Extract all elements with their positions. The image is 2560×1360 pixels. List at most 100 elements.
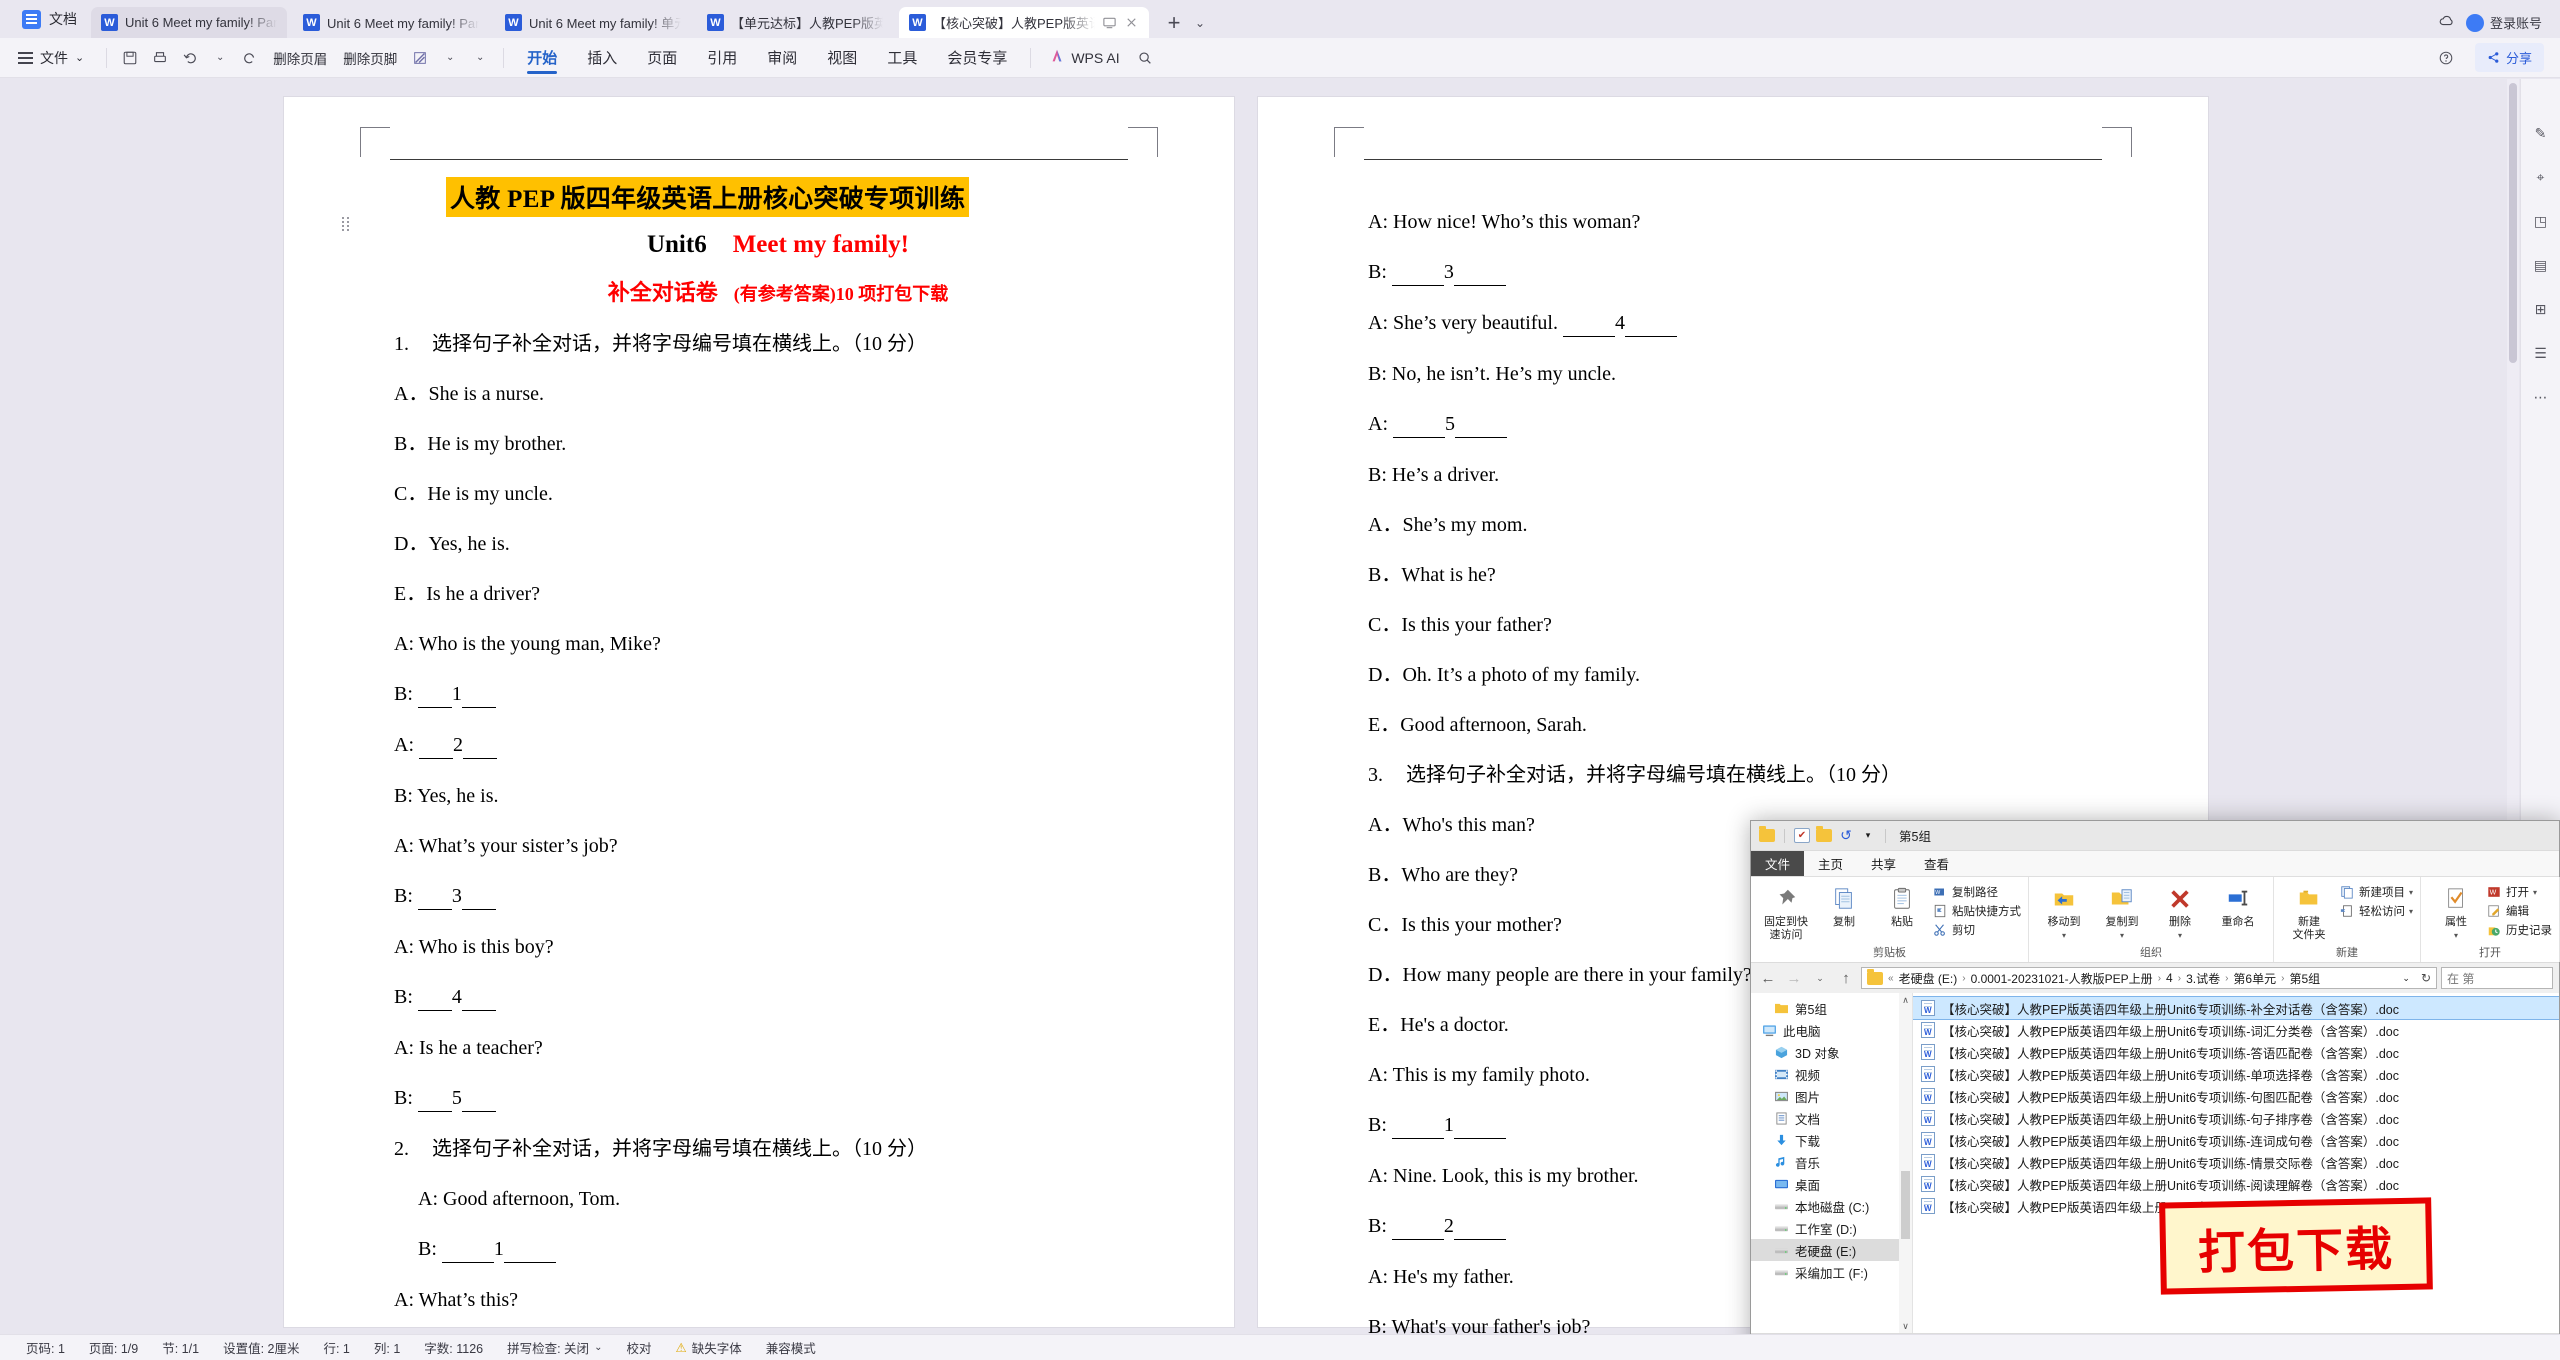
shapes-icon[interactable]: ◳ (2529, 209, 2553, 233)
answer-blank[interactable] (503, 1237, 556, 1263)
status-page-number[interactable]: 页码: 1 (14, 1338, 77, 1357)
chevron-down-icon[interactable]: ▾ (2120, 931, 2124, 940)
answer-blank[interactable] (461, 1086, 496, 1112)
undo-caret-icon[interactable]: ⌄ (205, 43, 235, 73)
document-page-1[interactable]: 人教 PEP 版四年级英语上册核心突破专项训练 Unit6 Meet my fam… (284, 97, 1234, 1327)
paste-button[interactable]: 粘贴 (1874, 881, 1930, 929)
copy-button[interactable]: 复制 (1816, 881, 1872, 929)
properties-check-icon[interactable]: ✔ (1794, 828, 1810, 843)
customize-caret-icon[interactable]: ▾ (1860, 828, 1876, 843)
status-column[interactable]: 列: 1 (362, 1338, 412, 1357)
paragraph-drag-handle[interactable] (342, 215, 352, 231)
answer-blank[interactable] (463, 733, 497, 759)
tab-reference[interactable]: 引用 (692, 38, 752, 78)
answer-blank[interactable] (1393, 412, 1445, 438)
address-input[interactable]: « 老硬盘 (E:) › 0.0001-20231021-人教版PEP上册 › … (1861, 967, 2437, 989)
breadcrumb-item-1[interactable]: 0.0001-20231021-人教版PEP上册 (1971, 970, 2153, 987)
folder-icon[interactable] (1816, 826, 1832, 842)
answer-blank[interactable] (419, 733, 453, 759)
new-folder-button[interactable]: 新建 文件夹 (2281, 881, 2337, 941)
file-list-item[interactable]: 【核心突破】人教PEP版英语四年级上册Unit6专项训练-连词成句卷（含答案）.… (1913, 1129, 2559, 1151)
menu-view[interactable]: 查看 (1910, 851, 1963, 876)
answer-blank[interactable] (417, 884, 452, 910)
breadcrumb-item-2[interactable]: 4 (2166, 971, 2173, 985)
answer-blank[interactable] (417, 985, 452, 1011)
file-list-item[interactable]: 【核心突破】人教PEP版英语四年级上册Unit6专项训练-情景交际卷（含答案）.… (1913, 1151, 2559, 1173)
highlight-caret-icon[interactable]: ⌄ (435, 43, 465, 73)
nav-item-9[interactable]: 本地磁盘 (C:) (1751, 1195, 1912, 1217)
chevron-down-icon[interactable]: ▾ (2409, 888, 2413, 897)
nav-item-4[interactable]: 图片 (1751, 1085, 1912, 1107)
nav-item-2[interactable]: 3D 对象 (1751, 1041, 1912, 1063)
nav-item-6[interactable]: 下载 (1751, 1129, 1912, 1151)
breadcrumb-item-4[interactable]: 第6单元 (2233, 970, 2276, 987)
history-button[interactable]: 历史记录 (2486, 922, 2552, 938)
nav-item-12[interactable]: 采编加工 (F:) (1751, 1261, 1912, 1283)
help-icon[interactable] (2431, 43, 2461, 73)
explorer-search-input[interactable]: 在 第 (2441, 967, 2553, 989)
status-setting-value[interactable]: 设置值: 2厘米 (211, 1338, 311, 1357)
answer-blank[interactable] (1453, 260, 1506, 286)
answer-blank[interactable] (1455, 412, 1507, 438)
nav-item-10[interactable]: 工作室 (D:) (1751, 1217, 1912, 1239)
pen-icon[interactable]: ✎ (2529, 121, 2553, 145)
file-list-item[interactable]: 【核心突破】人教PEP版英语四年级上册Unit6专项训练-词汇分类卷（含答案）.… (1913, 1019, 2559, 1041)
tab-page[interactable]: 页面 (632, 38, 692, 78)
nav-item-11[interactable]: 老硬盘 (E:) (1751, 1239, 1912, 1261)
status-spellcheck[interactable]: 拼写检查: 关闭 ⌄ (495, 1338, 614, 1357)
paste-shortcut-button[interactable]: 粘贴快捷方式 (1932, 903, 2021, 919)
nav-item-3[interactable]: 视频 (1751, 1063, 1912, 1085)
answer-blank[interactable] (441, 1237, 494, 1263)
status-row[interactable]: 行: 1 (311, 1338, 361, 1357)
search-icon[interactable] (1130, 43, 1160, 73)
file-list-item[interactable]: 【核心突破】人教PEP版英语四年级上册Unit6专项训练-答语匹配卷（含答案）.… (1913, 1041, 2559, 1063)
chevron-down-icon[interactable]: ▾ (2454, 931, 2458, 940)
chevron-down-icon[interactable]: ⌄ (2402, 973, 2410, 984)
tab-unit6-part-a[interactable]: W Unit 6 Meet my family! Part A 同步 (293, 7, 489, 38)
nav-item-1[interactable]: 此电脑 (1751, 1019, 1912, 1041)
cursor-icon[interactable]: ⌖ (2529, 165, 2553, 189)
menu-share[interactable]: 共享 (1857, 851, 1910, 876)
answer-blank[interactable] (417, 1086, 452, 1112)
chevron-down-icon[interactable]: ⌄ (594, 1342, 602, 1353)
save-icon[interactable] (115, 43, 145, 73)
nav-item-8[interactable]: 桌面 (1751, 1173, 1912, 1195)
tab-start[interactable]: 开始 (512, 38, 572, 78)
tab-view[interactable]: 视图 (812, 38, 872, 78)
tab-review[interactable]: 审阅 (752, 38, 812, 78)
answer-blank[interactable] (1391, 260, 1444, 286)
menu-home[interactable]: 主页 (1804, 851, 1857, 876)
tab-tools[interactable]: 工具 (872, 38, 932, 78)
copy-to-button[interactable]: 复制到 ▾ (2094, 881, 2150, 940)
move-to-button[interactable]: 移动到 ▾ (2036, 881, 2092, 940)
chevron-down-icon[interactable]: ▾ (2409, 907, 2413, 916)
chevron-down-icon[interactable]: ▾ (2533, 888, 2537, 897)
answer-blank[interactable] (1391, 1113, 1444, 1139)
delete-header-button[interactable]: 删除页眉 (265, 48, 335, 68)
tab-insert[interactable]: 插入 (572, 38, 632, 78)
nav-scrollbar[interactable]: ∧ ∨ (1899, 993, 1912, 1333)
properties-button[interactable]: 属性 ▾ (2428, 881, 2484, 940)
status-proofread[interactable]: 校对 (614, 1338, 663, 1357)
close-icon[interactable] (1124, 15, 1139, 30)
back-arrow-icon[interactable]: ← (1757, 967, 1779, 989)
file-list-item[interactable]: 【核心突破】人教PEP版英语四年级上册Unit6专项训练-句图匹配卷（含答案）.… (1913, 1085, 2559, 1107)
status-compat-mode[interactable]: 兼容模式 (754, 1338, 828, 1357)
breadcrumb-item-3[interactable]: 3.试卷 (2186, 970, 2220, 987)
recent-caret-icon[interactable]: ⌄ (1809, 967, 1831, 989)
scroll-down-icon[interactable]: ∨ (1899, 1319, 1912, 1333)
copy-path-button[interactable]: W 复制路径 (1932, 884, 2021, 900)
delete-footer-button[interactable]: 删除页脚 (335, 48, 405, 68)
more-icon[interactable]: ⋯ (2529, 385, 2553, 409)
pin-to-quick-access-button[interactable]: 固定到快 速访问 (1758, 881, 1814, 941)
present-icon[interactable] (1102, 15, 1117, 30)
cut-button[interactable]: 剪切 (1932, 922, 2021, 938)
status-section[interactable]: 节: 1/1 (150, 1338, 211, 1357)
login-button[interactable]: 登录账号 (2465, 13, 2542, 32)
answer-blank[interactable] (461, 682, 496, 708)
breadcrumb-item-0[interactable]: 老硬盘 (E:) (1899, 970, 1958, 987)
comment-icon[interactable]: ☰ (2529, 341, 2553, 365)
undo-icon[interactable] (175, 43, 205, 73)
up-arrow-icon[interactable]: ↑ (1835, 967, 1857, 989)
print-icon[interactable] (145, 43, 175, 73)
